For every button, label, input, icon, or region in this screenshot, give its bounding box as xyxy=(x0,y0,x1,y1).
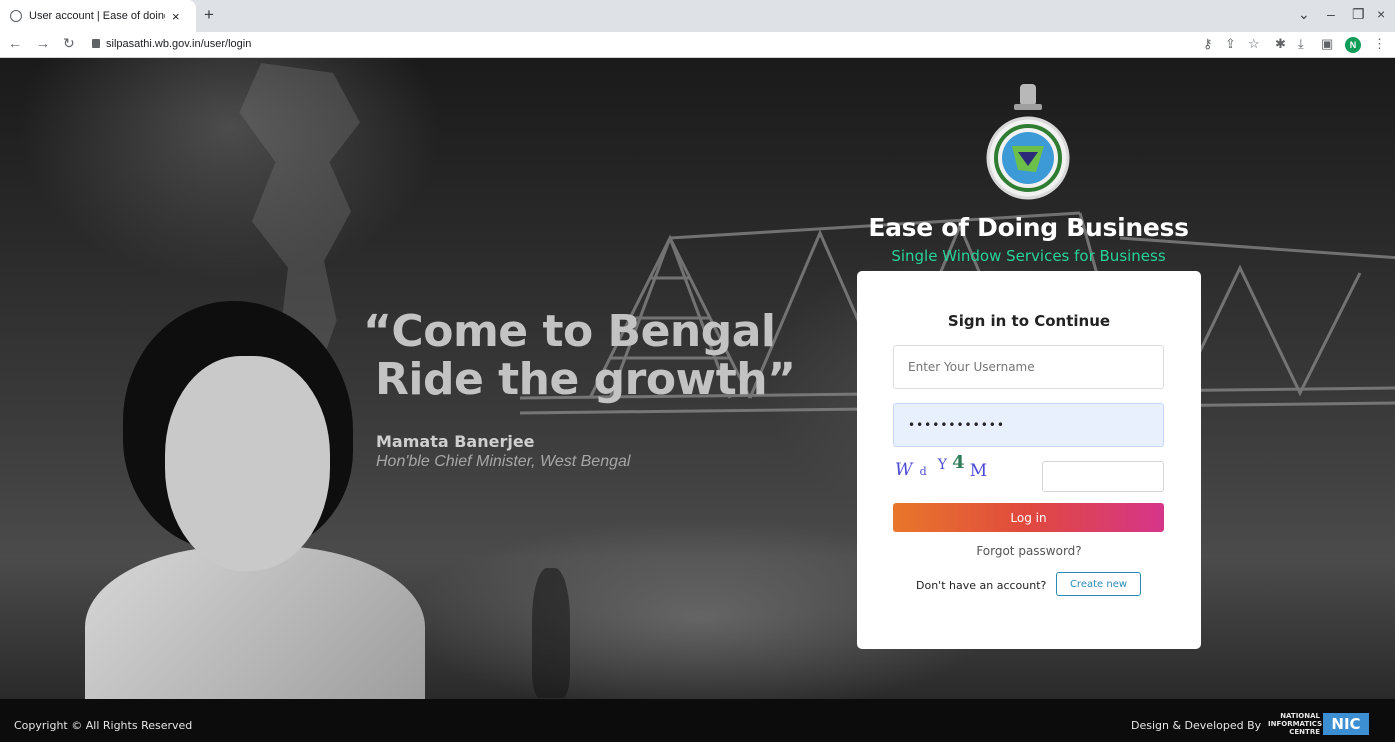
login-button[interactable]: Log in xyxy=(893,503,1164,532)
chief-minister-photo xyxy=(85,301,425,699)
quote-line-2: Ride the growth” xyxy=(375,353,796,405)
address-bar: ← → ↻ silpasathi.wb.gov.in/user/login ⚷ … xyxy=(0,32,1395,58)
quote-line-1: “Come to Bengal xyxy=(363,306,776,357)
captcha-input[interactable] xyxy=(1042,461,1164,492)
side-panel-icon[interactable]: ▣ xyxy=(1321,36,1333,52)
footer: Copyright © All Rights Reserved Design &… xyxy=(0,699,1395,742)
bookmark-star-icon[interactable]: ☆ xyxy=(1248,36,1260,52)
designed-by-text: Design & Developed By xyxy=(1131,719,1262,732)
restore-button[interactable]: ❐ xyxy=(1352,6,1365,23)
new-tab-button[interactable]: + xyxy=(204,5,214,25)
quote-author-role: Hon'ble Chief Minister, West Bengal xyxy=(376,453,631,470)
forward-icon[interactable]: → xyxy=(36,35,50,51)
browser-tab[interactable]: User account | Ease of doing bus × xyxy=(0,0,196,32)
reload-icon[interactable]: ↻ xyxy=(63,35,75,52)
tab-title: User account | Ease of doing bus xyxy=(29,10,165,22)
tab-search-icon[interactable]: ⌄ xyxy=(1298,6,1310,23)
page: User account | Ease of doing bus × + ⌄ –… xyxy=(0,0,1395,742)
no-account-text: Don't have an account? xyxy=(916,579,1047,592)
brand-subtitle: Single Window Services for Business xyxy=(891,247,1166,265)
download-icon[interactable]: ⤓ xyxy=(1298,36,1304,52)
forgot-password-link[interactable]: Forgot password? xyxy=(857,544,1201,558)
brand-title: Ease of Doing Business xyxy=(868,213,1189,242)
extensions-icon[interactable]: ✱ xyxy=(1275,36,1286,52)
tab-close-icon[interactable]: × xyxy=(172,9,180,24)
login-card: Sign in to Continue •••••••••••• W d Y 4… xyxy=(857,271,1201,649)
login-title: Sign in to Continue xyxy=(947,312,1111,330)
back-icon[interactable]: ← xyxy=(8,35,22,51)
quote-author: Mamata Banerjee xyxy=(376,432,535,451)
password-input[interactable]: •••••••••••• xyxy=(893,403,1164,447)
profile-avatar[interactable]: N xyxy=(1345,37,1361,53)
browser-tab-bar: User account | Ease of doing bus × + ⌄ –… xyxy=(0,0,1395,32)
globe-icon xyxy=(10,10,22,22)
hero-quote: “Come to Bengal Ride the growth” xyxy=(363,306,796,405)
west-bengal-emblem-icon xyxy=(978,80,1078,200)
username-input[interactable] xyxy=(893,345,1164,389)
nic-text: NATIONAL INFORMATICS CENTRE xyxy=(1268,712,1323,736)
menu-icon[interactable]: ⋮ xyxy=(1373,36,1386,52)
url-field[interactable]: silpasathi.wb.gov.in/user/login xyxy=(106,38,251,50)
key-icon[interactable]: ⚷ xyxy=(1203,36,1213,52)
nic-logo[interactable]: NIC xyxy=(1323,713,1369,735)
copyright-text: Copyright © All Rights Reserved xyxy=(14,719,193,732)
lock-icon xyxy=(92,39,100,48)
create-account-button[interactable]: Create new xyxy=(1056,572,1141,596)
background-figure xyxy=(532,568,570,698)
share-icon[interactable]: ⇪ xyxy=(1225,36,1236,52)
minimize-button[interactable]: – xyxy=(1327,6,1335,22)
captcha-image: W d Y 4 M xyxy=(895,452,988,481)
close-window-button[interactable]: × xyxy=(1377,6,1385,22)
